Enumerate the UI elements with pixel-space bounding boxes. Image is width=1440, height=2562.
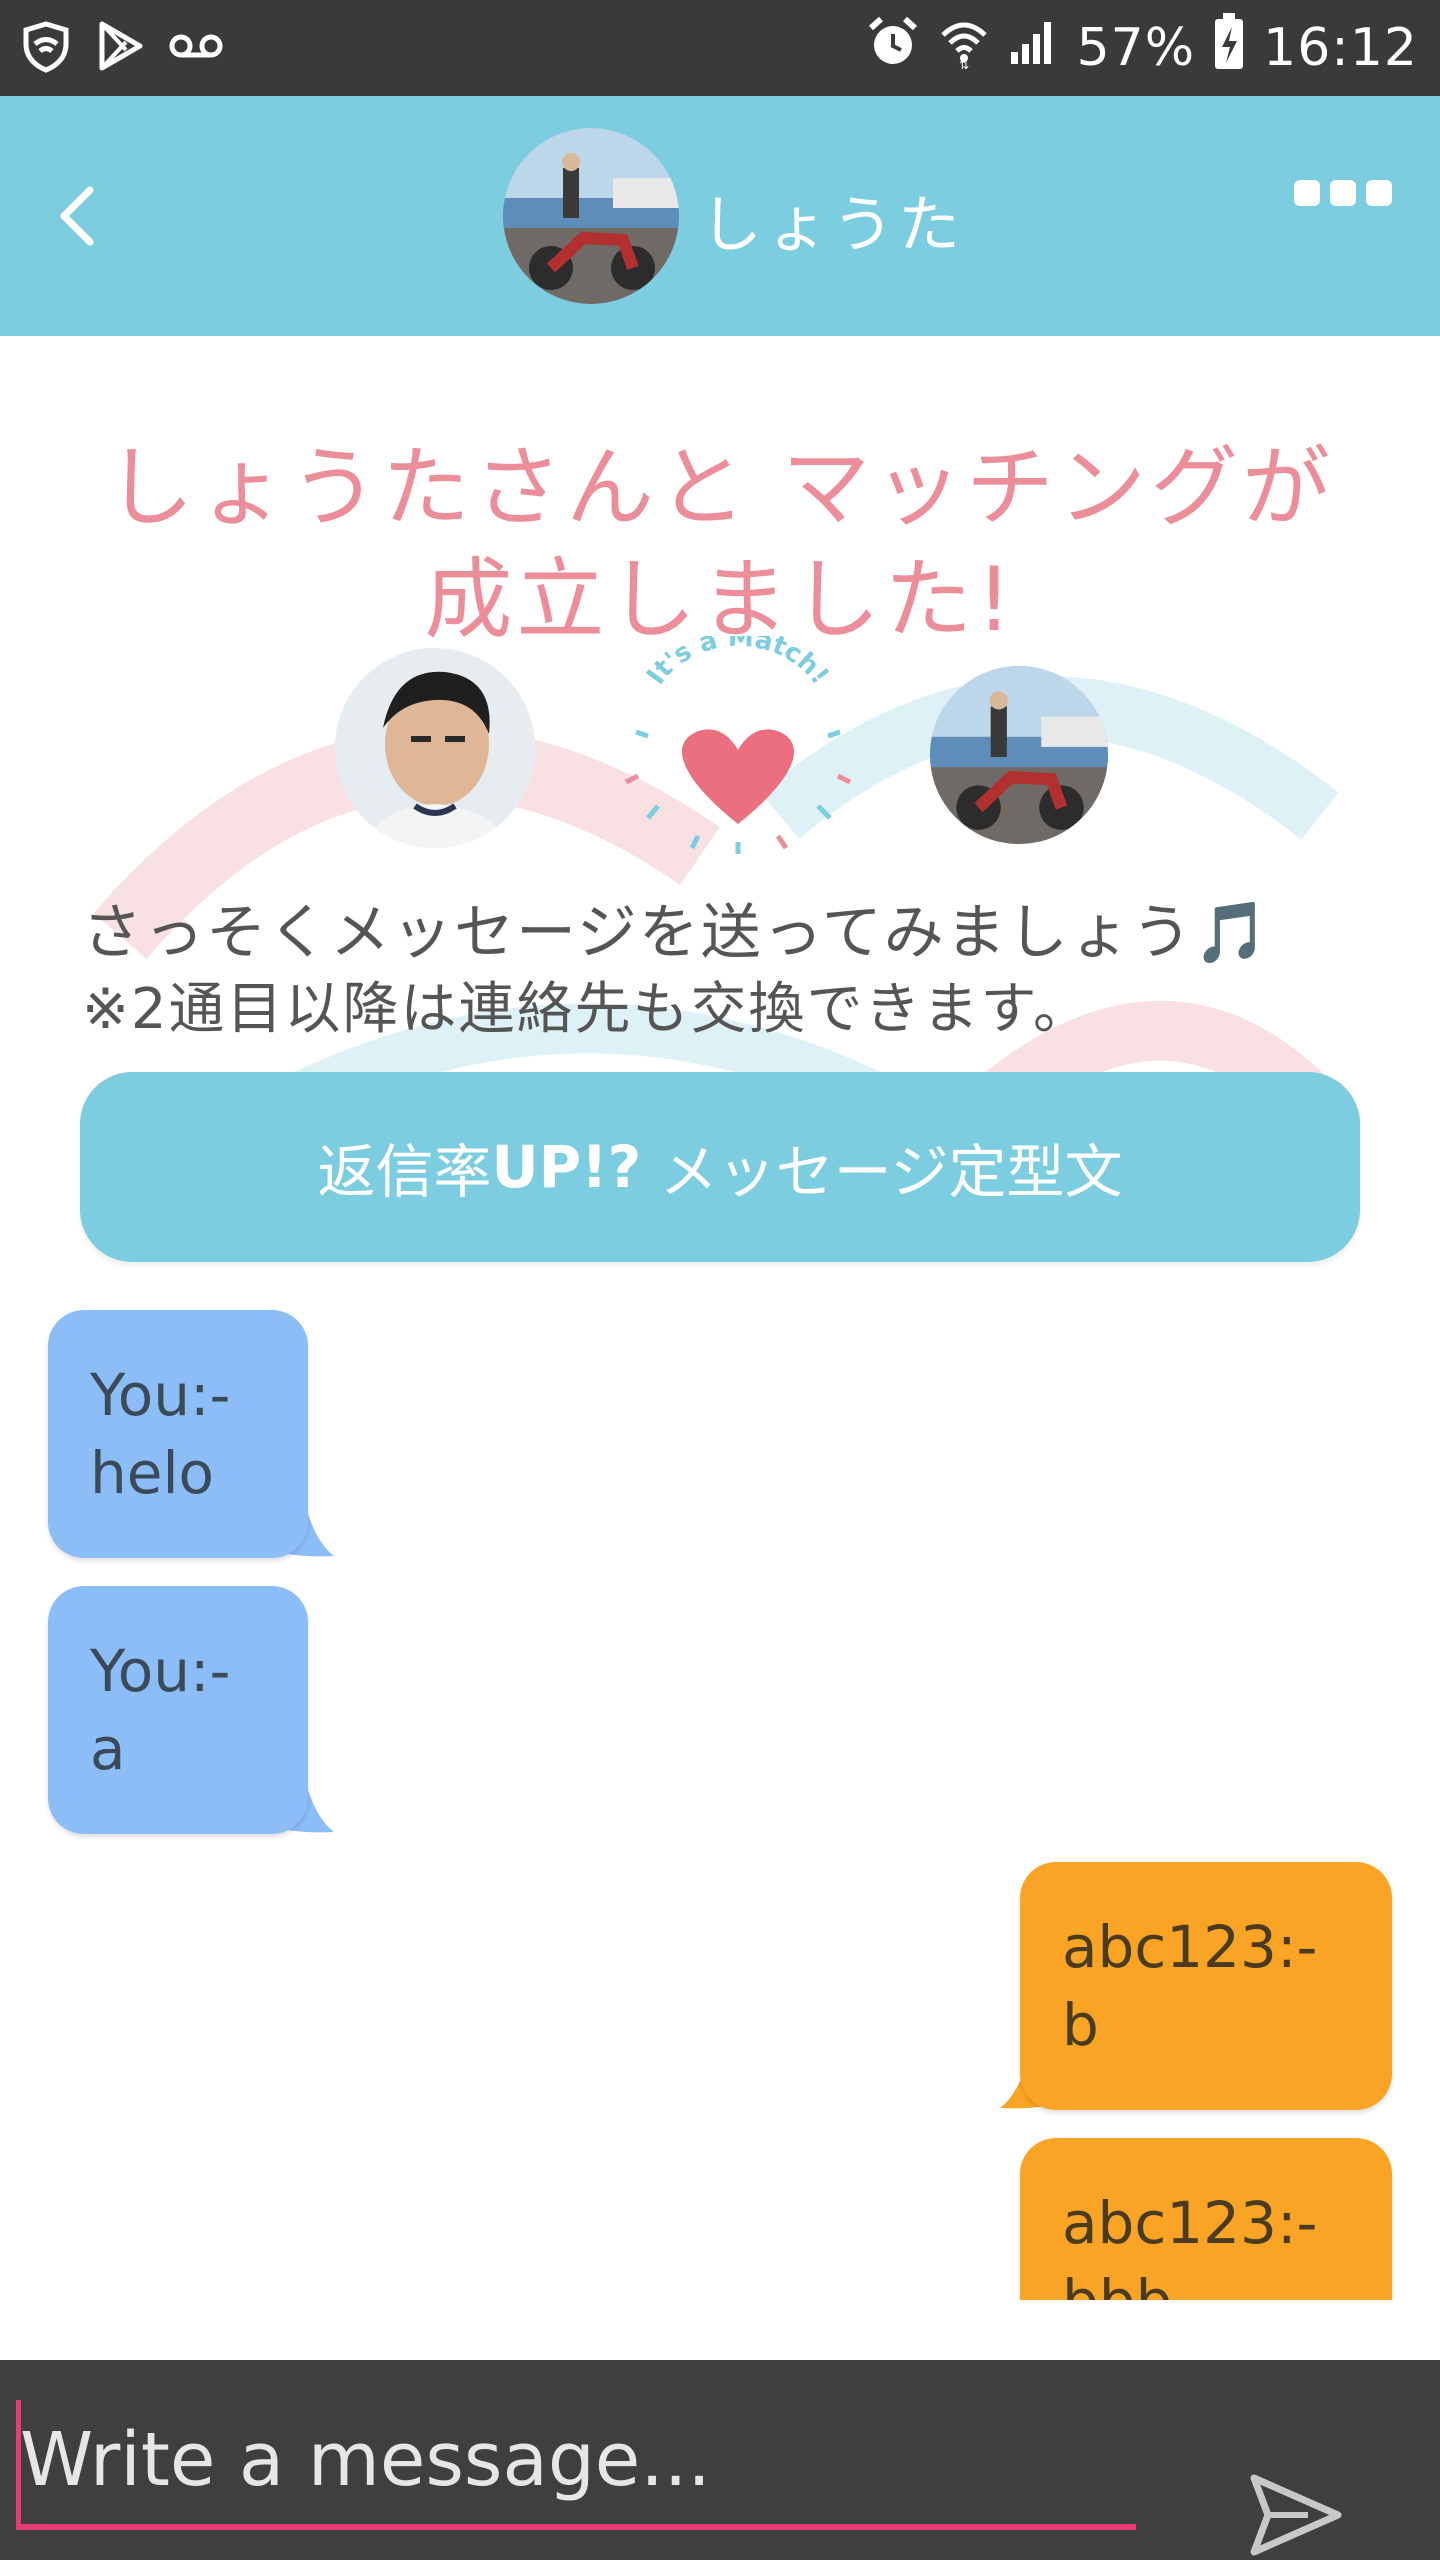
chat-header: しょうた bbox=[0, 96, 1440, 336]
play-store-icon bbox=[96, 20, 146, 76]
battery-percentage: 57% bbox=[1076, 18, 1196, 78]
message-bubble-sent[interactable]: abc123:- b bbox=[1020, 1862, 1392, 2110]
contact-exchange-note: ※2通目以降は連絡先も交換できます。 bbox=[82, 977, 1091, 1042]
partner-avatar[interactable] bbox=[930, 666, 1108, 844]
header-avatar[interactable] bbox=[503, 128, 679, 304]
template-button-prefix: 返信率 bbox=[317, 1138, 492, 1206]
message-bubble-received[interactable]: You:- a bbox=[48, 1586, 308, 1834]
back-button[interactable] bbox=[36, 176, 116, 256]
alarm-icon bbox=[865, 14, 921, 83]
svg-text:⇅: ⇅ bbox=[959, 58, 969, 69]
signal-icon bbox=[1007, 16, 1059, 81]
wifi-icon: ⇅ bbox=[939, 15, 989, 82]
message-bubble-received[interactable]: You:- helo bbox=[48, 1310, 308, 1558]
template-button-suffix: メッセージ定型文 bbox=[641, 1138, 1123, 1206]
status-bar-left bbox=[18, 18, 224, 78]
shield-icon bbox=[18, 18, 74, 78]
input-caret bbox=[16, 2400, 21, 2526]
template-button-bold: UP!? bbox=[491, 1133, 642, 1201]
voicemail-icon bbox=[168, 31, 224, 65]
status-bar: ⇅ 57% 16:12 bbox=[0, 0, 1440, 96]
composer-bar bbox=[0, 2360, 1440, 2560]
avatar-photo bbox=[503, 128, 679, 304]
more-options-button[interactable] bbox=[1294, 180, 1392, 206]
its-a-match-heart-icon: It's a Match! bbox=[624, 636, 852, 854]
match-banner: しょうたさんと マッチングが成立しました! It's a Match! さっそく… bbox=[0, 336, 1440, 1276]
send-icon bbox=[1250, 2474, 1342, 2556]
send-button[interactable] bbox=[1248, 2472, 1344, 2558]
my-avatar bbox=[335, 648, 535, 848]
message-bubble-sent[interactable]: abc123:- bbb bbox=[1020, 2138, 1392, 2300]
partner-photo bbox=[930, 666, 1108, 844]
user-photo bbox=[335, 648, 535, 848]
its-a-match-text: It's a Match! bbox=[641, 636, 834, 690]
input-underline bbox=[16, 2524, 1136, 2530]
back-chevron-icon bbox=[60, 186, 94, 246]
match-title: しょうたさんと マッチングが成立しました! bbox=[106, 436, 1334, 651]
intro-message: さっそくメッセージを送ってみましょう🎵 bbox=[82, 898, 1271, 968]
message-input[interactable] bbox=[16, 2410, 1138, 2510]
chat-partner-name: しょうた bbox=[700, 188, 965, 261]
message-template-button[interactable]: 返信率 UP!? メッセージ定型文 bbox=[80, 1072, 1360, 1262]
battery-charging-icon bbox=[1213, 12, 1245, 84]
message-list[interactable]: You:- helo You:- a abc123:- b abc123:- b… bbox=[0, 1276, 1440, 2300]
clock: 16:12 bbox=[1263, 18, 1418, 78]
more-icon bbox=[1294, 180, 1320, 206]
status-bar-right: ⇅ 57% 16:12 bbox=[865, 12, 1418, 84]
